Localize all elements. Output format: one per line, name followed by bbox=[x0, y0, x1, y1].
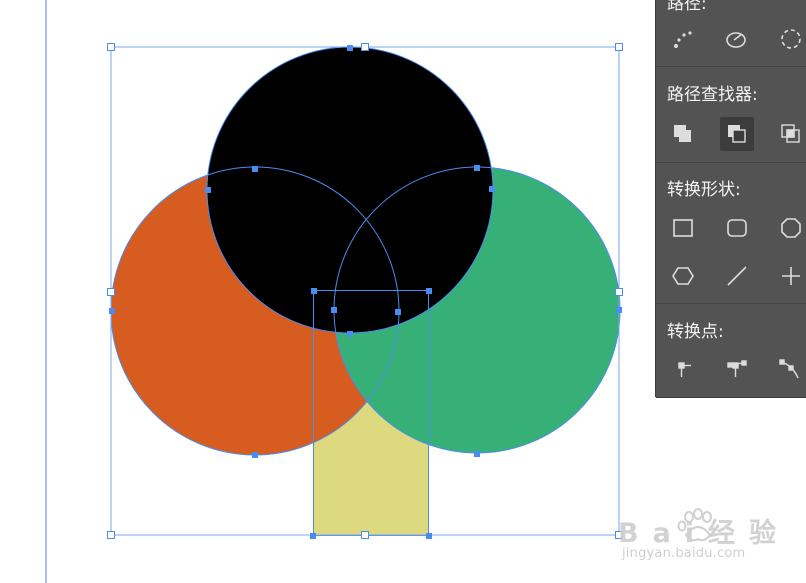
octagon-icon bbox=[781, 218, 801, 238]
smooth-point-icon bbox=[727, 360, 747, 377]
path-tool-3[interactable] bbox=[774, 22, 806, 56]
path-dots-icon bbox=[674, 31, 692, 48]
path-section-title: 路径: bbox=[667, 0, 707, 14]
curve-point-icon bbox=[779, 359, 799, 379]
line-icon bbox=[727, 266, 747, 286]
properties-panel: 路径: 路径查找器: 转换形状: 转换点: bbox=[656, 0, 806, 397]
path-tool-1[interactable] bbox=[666, 22, 700, 56]
plus-icon bbox=[782, 267, 800, 285]
path-tool-2[interactable] bbox=[720, 22, 754, 56]
pathfinder-section-title: 路径查找器: bbox=[667, 85, 758, 105]
convert-point-corner-button[interactable] bbox=[666, 352, 700, 386]
pathfinder-minus-front-button[interactable] bbox=[720, 117, 754, 151]
convert-point-section-title: 转换点: bbox=[667, 322, 724, 342]
rectangle-icon bbox=[673, 219, 693, 237]
convert-point-smooth-button[interactable] bbox=[720, 352, 754, 386]
intersect-icon bbox=[781, 124, 800, 143]
convert-line-button[interactable] bbox=[720, 259, 754, 293]
watermark-brand-text: Bai经验 bbox=[618, 518, 791, 549]
convert-octagon-button[interactable] bbox=[774, 211, 806, 245]
pathfinder-intersect-button[interactable] bbox=[774, 117, 806, 151]
convert-point-curve-button[interactable] bbox=[774, 352, 806, 386]
hexagon-icon bbox=[672, 267, 694, 285]
convert-rectangle-button[interactable] bbox=[666, 211, 700, 245]
corner-point-icon bbox=[678, 362, 691, 377]
minus-front-icon bbox=[728, 125, 746, 143]
rounded-rectangle-icon bbox=[727, 219, 747, 237]
convert-hexagon-button[interactable] bbox=[666, 259, 700, 293]
dashed-circle-icon bbox=[781, 29, 801, 49]
unite-icon bbox=[674, 125, 691, 142]
convert-plus-button[interactable] bbox=[774, 259, 806, 293]
pathfinder-unite-button[interactable] bbox=[666, 117, 700, 151]
convert-shape-section-title: 转换形状: bbox=[667, 180, 741, 200]
reshape-circle-icon bbox=[726, 32, 746, 48]
convert-rounded-rectangle-button[interactable] bbox=[720, 211, 754, 245]
watermark-url: jingyan.baidu.com bbox=[622, 546, 746, 561]
